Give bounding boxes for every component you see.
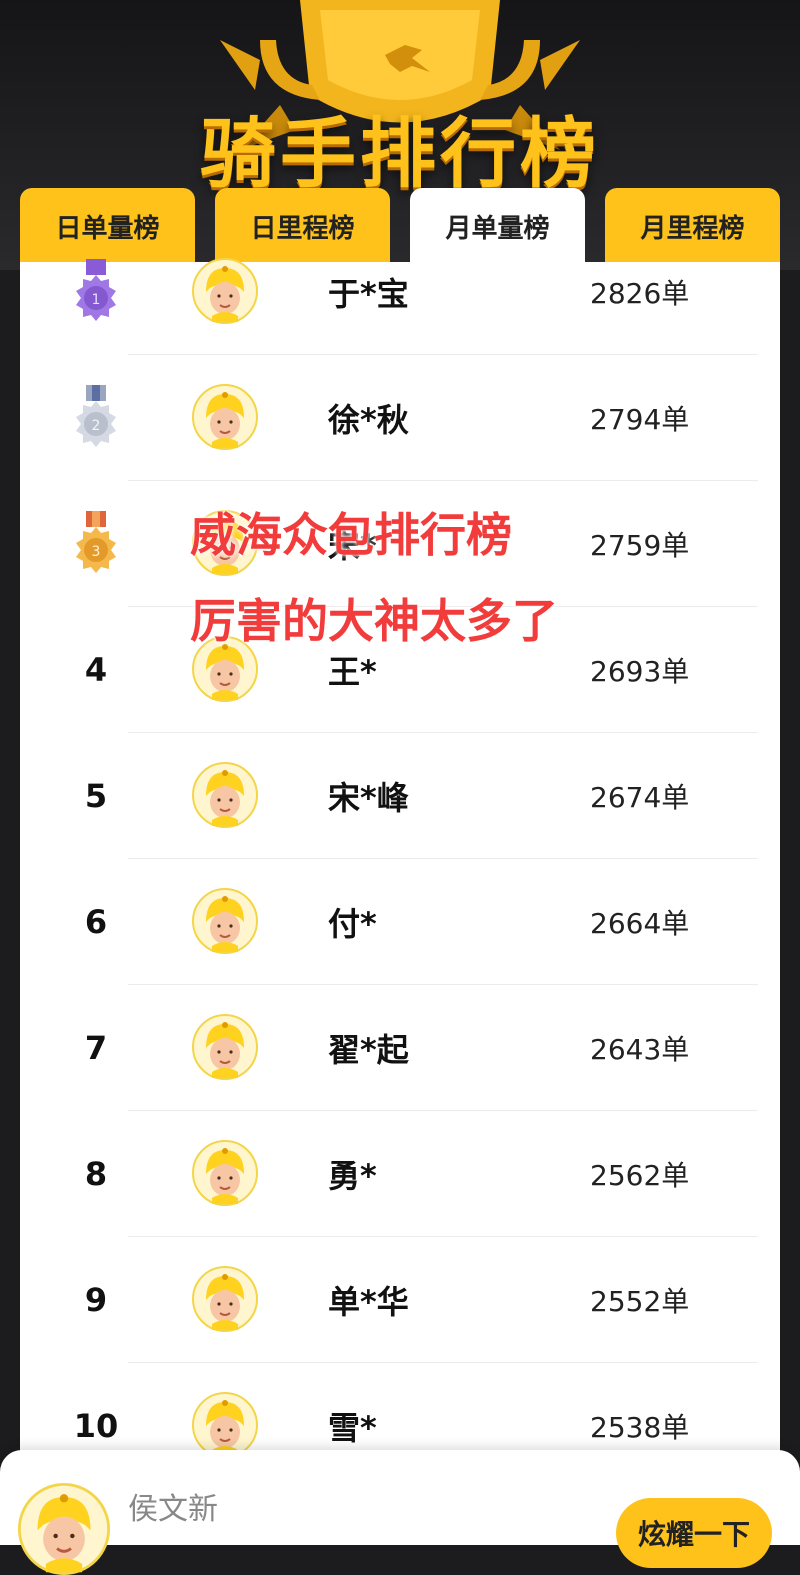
list-item[interactable]: 5 宋*峰 2674单 <box>20 733 780 859</box>
order-count: 2562单 <box>590 1159 690 1192</box>
rank-number: 6 <box>84 903 108 941</box>
my-rank-bar: 侯文新 炫耀一下 <box>0 1450 800 1575</box>
avatar <box>192 258 258 324</box>
avatar <box>192 1014 258 1080</box>
overlay-line-1: 威海众包排行榜 <box>190 508 512 562</box>
rank-number: 5 <box>84 777 108 815</box>
list-item[interactable]: 8 勇* 2562单 <box>20 1111 780 1237</box>
list-item[interactable]: 6 付* 2664单 <box>20 859 780 985</box>
gold-medal-icon: 1 <box>76 259 116 321</box>
svg-text:3: 3 <box>92 544 101 560</box>
avatar <box>18 1483 110 1575</box>
order-count: 2794单 <box>590 403 690 436</box>
order-count: 2643单 <box>590 1033 690 1066</box>
rider-name: 徐*秋 <box>328 401 409 439</box>
overlay-caption: 威海众包排行榜 厉害的大神太多了 <box>190 492 610 664</box>
svg-text:2: 2 <box>92 418 101 434</box>
order-count: 2664单 <box>590 907 690 940</box>
avatar <box>192 888 258 954</box>
list-item[interactable]: 9 单*华 2552单 <box>20 1237 780 1363</box>
avatar <box>192 384 258 450</box>
rider-name: 于*宝 <box>328 275 409 313</box>
rider-name: 付* <box>328 905 377 943</box>
list-item[interactable]: 7 翟*起 2643单 <box>20 985 780 1111</box>
page-title: 骑手排行榜 <box>200 109 600 198</box>
list-item[interactable]: 2 徐*秋 2794单 <box>20 355 780 481</box>
overlay-line-2: 厉害的大神太多了 <box>190 594 558 648</box>
bronze-medal-icon: 3 <box>76 511 116 573</box>
rider-name: 勇* <box>328 1157 377 1195</box>
my-name: 侯文新 <box>128 1492 218 1527</box>
silver-medal-icon: 2 <box>76 385 116 447</box>
avatar <box>192 1140 258 1206</box>
avatar <box>192 1392 258 1458</box>
show-off-button[interactable]: 炫耀一下 <box>616 1498 772 1568</box>
rider-name: 宋*峰 <box>328 779 409 817</box>
order-count: 2552单 <box>590 1285 690 1318</box>
ranking-list: 1 于*宝 2826单 2 徐*秋 2794单 3 宋* 2759单 4 王* … <box>20 258 780 1545</box>
avatar <box>192 762 258 828</box>
rank-number: 7 <box>84 1029 108 1067</box>
rank-number: 8 <box>84 1155 108 1193</box>
rider-name: 翟*起 <box>328 1031 409 1069</box>
order-count: 2826单 <box>590 277 690 310</box>
list-item[interactable]: 1 于*宝 2826单 <box>20 229 780 355</box>
rider-name: 单*华 <box>328 1283 409 1321</box>
order-count: 2674单 <box>590 781 690 814</box>
rank-number: 4 <box>84 651 108 689</box>
avatar <box>192 1266 258 1332</box>
rank-number: 9 <box>84 1281 108 1319</box>
svg-text:1: 1 <box>92 292 101 308</box>
